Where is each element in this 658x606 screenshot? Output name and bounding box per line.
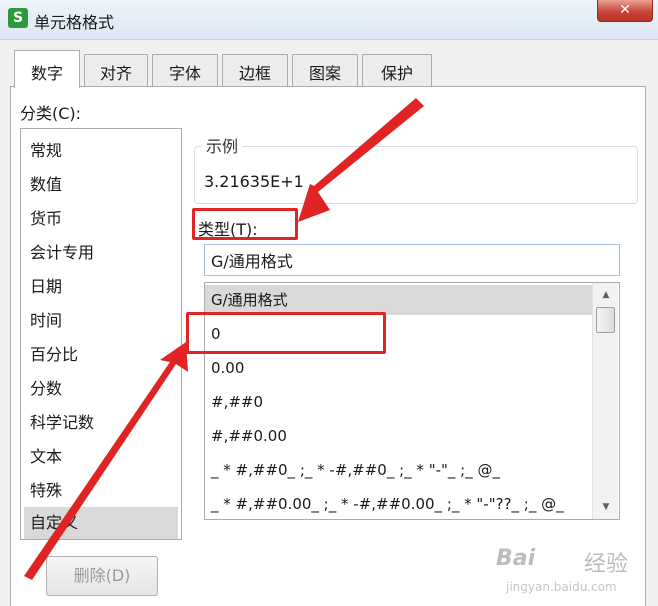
wps-app-icon: S [8, 8, 28, 28]
category-item-percentage[interactable]: 百分比 [24, 339, 178, 371]
type-input[interactable] [204, 244, 620, 276]
category-item-currency[interactable]: 货币 [24, 203, 178, 235]
type-item-thousands[interactable]: #,##0 [205, 387, 595, 417]
delete-button[interactable]: 删除(D) [46, 556, 158, 596]
baidu-logo: Bai [496, 546, 536, 571]
category-item-time[interactable]: 时间 [24, 305, 178, 337]
type-list-scrollbar[interactable]: ▲ ▼ [592, 283, 618, 519]
category-item-scientific[interactable]: 科学记数 [24, 407, 178, 439]
tab-number[interactable]: 数字 [14, 50, 80, 88]
sample-value: 3.21635E+1 [204, 172, 304, 191]
category-item-custom[interactable]: 自定义 [24, 507, 178, 539]
category-item-text[interactable]: 文本 [24, 441, 178, 473]
type-item-accounting-decimal[interactable]: _ * #,##0.00_ ;_ * -#,##0.00_ ;_ * "-"??… [205, 489, 595, 519]
type-item-general[interactable]: G/通用格式 [205, 285, 595, 315]
baidu-watermark: Bai 经验 jingyan.baidu.com [496, 544, 652, 600]
type-item-accounting[interactable]: _ * #,##0_ ;_ * -#,##0_ ;_ * "-"_ ;_ @_ [205, 455, 595, 485]
tab-pattern[interactable]: 图案 [292, 54, 358, 86]
tab-alignment[interactable]: 对齐 [84, 54, 148, 86]
category-label: 分类(C): [20, 104, 82, 123]
scroll-up-icon[interactable]: ▲ [593, 285, 619, 305]
dialog-title: 单元格格式 [34, 13, 115, 32]
tab-protection[interactable]: 保护 [362, 54, 432, 86]
tab-font[interactable]: 字体 [152, 54, 218, 86]
watermark-text: 经验 [584, 552, 629, 577]
category-item-general[interactable]: 常规 [24, 135, 178, 167]
category-item-accounting[interactable]: 会计专用 [24, 237, 178, 269]
title-bar: S 单元格格式 ✕ [0, 0, 658, 40]
category-item-fraction[interactable]: 分数 [24, 373, 178, 405]
sample-label: 示例 [202, 133, 243, 157]
category-item-special[interactable]: 特殊 [24, 475, 178, 507]
category-list[interactable]: 常规 数值 货币 会计专用 日期 时间 百分比 分数 科学记数 文本 特殊 自定… [20, 128, 182, 540]
scroll-down-icon[interactable]: ▼ [593, 497, 619, 517]
category-item-date[interactable]: 日期 [24, 271, 178, 303]
scroll-thumb[interactable] [596, 307, 615, 333]
tab-border[interactable]: 边框 [222, 54, 288, 86]
category-item-number[interactable]: 数值 [24, 169, 178, 201]
annotation-box-zero-format [186, 312, 386, 354]
type-item-thousands-decimal[interactable]: #,##0.00 [205, 421, 595, 451]
type-item-0-00[interactable]: 0.00 [205, 353, 595, 383]
annotation-box-type-label [192, 208, 298, 240]
watermark-url: jingyan.baidu.com [506, 580, 617, 594]
close-button[interactable]: ✕ [597, 0, 653, 22]
